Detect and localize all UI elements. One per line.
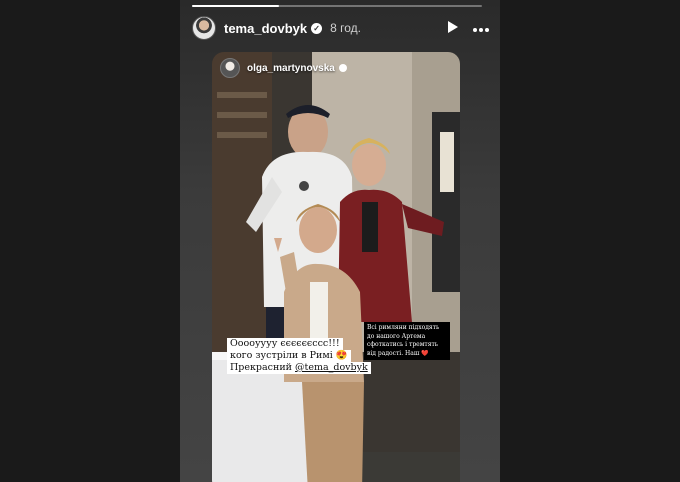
reshare-avatar[interactable] xyxy=(220,58,240,78)
play-icon xyxy=(448,21,458,33)
caption-line-3-prefix: Прекрасний xyxy=(230,362,296,373)
reshare-header: olga_martynovska xyxy=(220,58,347,78)
story-caption-main: Ооооуууу єєєєєєссс!!! кого зустріли в Ри… xyxy=(227,338,371,374)
avatar[interactable] xyxy=(192,16,216,40)
play-button[interactable] xyxy=(448,20,458,36)
caption-line-1: Ооооуууу єєєєєєссс!!! xyxy=(227,338,343,350)
story-timestamp: 8 год. xyxy=(330,21,361,35)
verified-badge-icon: ✓ xyxy=(311,22,323,34)
story-viewer[interactable]: tema_dovbyk ✓ 8 год. olga_martynovska Вс… xyxy=(180,0,500,482)
story-caption-small: Всі римляни підходять до нашого Артема с… xyxy=(364,322,450,360)
story-username[interactable]: tema_dovbyk xyxy=(224,21,307,36)
verified-badge-icon xyxy=(338,64,347,72)
caption-line-2: кого зустріли в Римі 😍 xyxy=(227,350,351,362)
reshare-username[interactable]: olga_martynovska xyxy=(247,63,335,74)
caption-line-3: Прекрасний @tema_dovbyk xyxy=(227,362,371,374)
story-progress-bar xyxy=(192,5,482,7)
reshared-story-card[interactable]: olga_martynovska Всі римляни підходять д… xyxy=(212,52,460,482)
story-progress-fill xyxy=(192,5,279,7)
story-header: tema_dovbyk ✓ 8 год. xyxy=(192,15,490,41)
more-options-button[interactable] xyxy=(472,20,490,36)
more-horizontal-icon xyxy=(473,28,489,32)
mention-link[interactable]: @tema_dovbyk xyxy=(295,362,368,373)
story-photo xyxy=(212,52,460,482)
